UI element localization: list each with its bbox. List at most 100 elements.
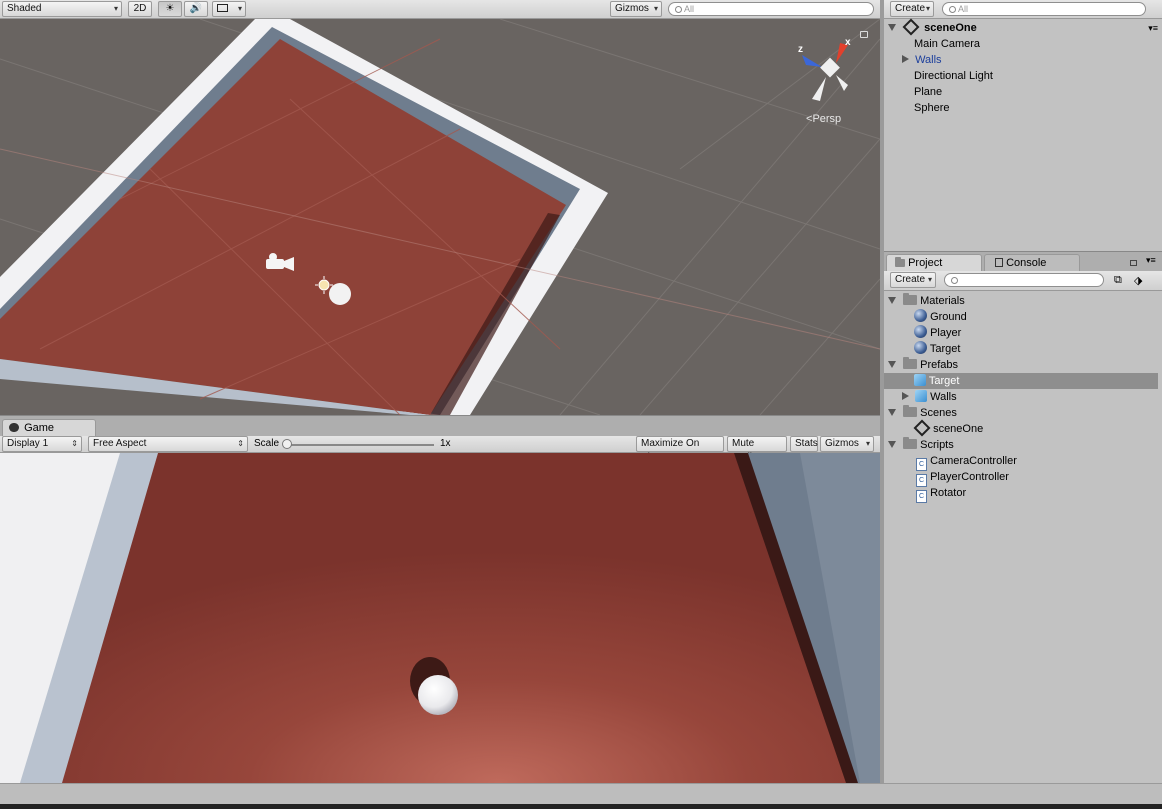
chevron-down-icon: ▾ <box>927 275 932 284</box>
persp-toggle[interactable]: <Persp <box>806 113 841 125</box>
folder-icon <box>895 257 905 267</box>
material-icon <box>914 309 927 322</box>
project-item-label: sceneOne <box>933 423 984 435</box>
scene-toolbar: Shaded ▾ 2D ☀ 🔊 ▾ Gizmos ▾ All <box>0 0 880 19</box>
scene-render <box>0 19 880 415</box>
tab-console[interactable]: Console <box>984 254 1080 272</box>
unity-scene-icon <box>913 419 931 437</box>
hierarchy-item-plane[interactable]: Plane <box>914 84 942 100</box>
sun-icon: ☀ <box>165 3 175 14</box>
aspect-dropdown[interactable]: Free Aspect ⇕ <box>88 436 248 452</box>
scene-viewport[interactable]: z x <Persp <box>0 19 880 415</box>
gizmos-label: Gizmos <box>615 3 649 14</box>
scale-slider-thumb[interactable] <box>282 439 292 449</box>
scene-gizmos-dropdown[interactable]: Gizmos ▾ <box>610 1 662 17</box>
game-tab-strip: Game <box>0 415 880 437</box>
player-ball <box>418 675 458 715</box>
game-controller-icon <box>9 423 19 432</box>
project-folder-prefabs[interactable]: Prefabs <box>888 357 958 373</box>
persp-label: Persp <box>812 113 842 125</box>
stepper-icon: ⇕ <box>71 439 78 448</box>
search-icon <box>949 6 956 13</box>
project-item-label: Prefabs <box>920 359 959 371</box>
lock-icon[interactable] <box>1130 260 1137 266</box>
game-viewport[interactable] <box>0 453 880 783</box>
shading-mode-dropdown[interactable]: Shaded ▾ <box>2 1 122 17</box>
expand-triangle-icon[interactable] <box>888 361 896 368</box>
sphere-object[interactable] <box>329 283 351 305</box>
hierarchy-item-walls[interactable]: Walls <box>902 52 942 68</box>
search-placeholder: All <box>684 4 695 14</box>
prefab-icon <box>914 374 926 386</box>
maximize-on-play-toggle[interactable]: Maximize On Play <box>636 436 724 463</box>
lock-icon[interactable] <box>860 31 868 38</box>
game-gizmos-dropdown[interactable]: Gizmos ▾ <box>820 436 874 452</box>
scene-name: sceneOne <box>924 22 977 34</box>
project-item-target-prefab-selected[interactable]: Target <box>884 373 1158 389</box>
project-item-label: PlayerController <box>930 471 1009 483</box>
material-icon <box>914 325 927 338</box>
expand-triangle-icon[interactable] <box>888 297 896 304</box>
game-render <box>0 453 880 783</box>
search-icon <box>675 6 682 13</box>
project-item-label: Target <box>928 375 960 387</box>
image-icon <box>217 4 228 12</box>
floor-plane <box>62 453 855 783</box>
tab-project-label: Project <box>908 257 943 269</box>
audio-toggle[interactable]: 🔊 <box>184 1 208 17</box>
hierarchy-create-dropdown[interactable]: Create ▾ <box>890 1 934 17</box>
hierarchy-item-main-camera[interactable]: Main Camera <box>914 36 980 52</box>
hierarchy-item-sphere[interactable]: Sphere <box>914 100 949 116</box>
panel-menu-icon[interactable]: ▾≡ <box>1146 255 1156 266</box>
scene-menu-icon[interactable]: ▾≡ <box>1148 20 1158 36</box>
game-gizmos-label: Gizmos <box>825 438 859 449</box>
project-folder-scripts[interactable]: Scripts <box>888 437 954 453</box>
expand-triangle-icon[interactable] <box>888 24 896 31</box>
tab-project[interactable]: Project <box>886 254 982 272</box>
chevron-down-icon: ▾ <box>865 439 870 448</box>
folder-icon <box>903 437 918 449</box>
toggle-2d-button[interactable]: 2D <box>128 1 152 17</box>
scale-value: 1x <box>440 438 451 449</box>
project-folder-scenes[interactable]: Scenes <box>888 405 957 421</box>
project-item-walls-prefab[interactable]: Walls <box>902 389 957 405</box>
project-item-rotator[interactable]: C Rotator <box>916 485 966 503</box>
project-item-playercontroller[interactable]: C PlayerController <box>916 469 1009 487</box>
project-search-input[interactable] <box>944 273 1104 287</box>
project-item-cameracontroller[interactable]: C CameraController <box>916 453 1017 471</box>
filter-by-label-icon[interactable]: ⬗ <box>1134 274 1142 287</box>
search-placeholder: All <box>958 4 969 14</box>
expand-triangle-icon[interactable] <box>888 441 896 448</box>
project-item-label: Scripts <box>920 439 954 451</box>
hierarchy-search-input[interactable]: All <box>942 2 1146 16</box>
unity-scene-icon <box>902 18 920 36</box>
scene-root-row[interactable]: sceneOne ▾≡ <box>888 18 1158 36</box>
create-label: Create <box>895 274 926 285</box>
tab-game[interactable]: Game <box>2 419 96 437</box>
expand-triangle-icon[interactable] <box>902 392 909 400</box>
project-create-dropdown[interactable]: Create ▾ <box>890 272 936 288</box>
stats-toggle[interactable]: Stats <box>790 436 818 452</box>
expand-triangle-icon[interactable] <box>902 55 909 63</box>
csharp-script-icon: C <box>916 490 927 503</box>
project-item-player[interactable]: Player <box>914 325 961 341</box>
display-dropdown[interactable]: Display 1 ⇕ <box>2 436 82 452</box>
effects-dropdown[interactable]: ▾ <box>212 1 246 17</box>
project-item-label: Walls <box>930 391 957 403</box>
scene-search-input[interactable]: All <box>668 2 874 16</box>
scale-label: Scale <box>254 438 280 449</box>
chevron-down-icon: ▾ <box>237 4 242 13</box>
project-item-sceneone[interactable]: sceneOne <box>913 419 984 437</box>
filter-by-type-icon[interactable]: ⧉ <box>1114 274 1122 287</box>
scale-slider[interactable] <box>282 439 434 449</box>
hierarchy-toolbar: Create ▾ All <box>884 0 1162 19</box>
project-item-label: Materials <box>920 295 965 307</box>
expand-triangle-icon[interactable] <box>888 409 896 416</box>
project-folder-materials[interactable]: Materials <box>888 293 965 309</box>
project-item-label: CameraController <box>930 455 1017 467</box>
project-item-ground[interactable]: Ground <box>914 309 967 325</box>
mute-audio-toggle[interactable]: Mute Audio <box>727 436 787 463</box>
project-item-target-material[interactable]: Target <box>914 341 960 357</box>
lighting-toggle[interactable]: ☀ <box>158 1 182 17</box>
hierarchy-item-directional-light[interactable]: Directional Light <box>914 68 993 84</box>
